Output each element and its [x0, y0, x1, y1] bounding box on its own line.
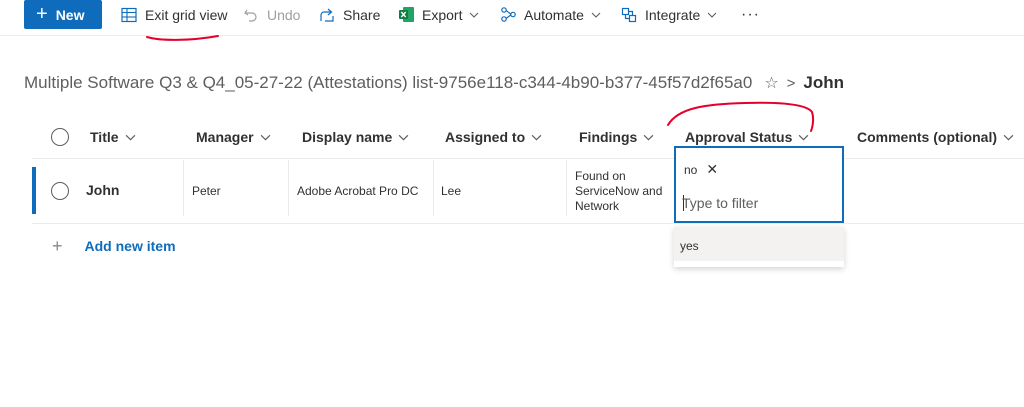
chevron-down-icon [125, 134, 135, 141]
share-button[interactable]: Share [318, 0, 380, 29]
chevron-down-icon [591, 12, 601, 18]
findings-line: Network [575, 199, 620, 213]
column-header-comments[interactable]: Comments (optional) [857, 122, 1014, 152]
more-icon: ··· [741, 5, 760, 23]
cell-assigned-to[interactable]: Lee [441, 184, 461, 198]
new-button-label: New [55, 6, 85, 23]
export-label: Export [422, 6, 463, 23]
add-new-item-button[interactable]: + Add new item [52, 236, 176, 256]
row-checkbox[interactable] [51, 182, 69, 200]
underline-annotation [146, 35, 219, 41]
column-header-manager[interactable]: Manager [196, 122, 271, 152]
add-new-item-label: Add new item [84, 238, 176, 254]
breadcrumb-current: John [803, 73, 845, 92]
exit-grid-view-label: Exit grid view [145, 6, 228, 23]
filter-input[interactable] [682, 192, 832, 214]
command-bar: + New Exit grid view Undo Share Export A… [0, 0, 1024, 30]
more-options-button[interactable]: ··· [741, 0, 760, 29]
chevron-down-icon [644, 134, 654, 141]
cell-findings[interactable]: Found on ServiceNow and Network [575, 169, 662, 214]
exit-grid-view-button[interactable]: Exit grid view [120, 0, 227, 29]
new-button[interactable]: + New [24, 0, 102, 29]
chevron-down-icon [707, 12, 717, 18]
column-header-label: Assigned to [445, 129, 526, 145]
column-header-display-name[interactable]: Display name [302, 122, 409, 152]
select-all-checkbox[interactable] [51, 128, 69, 146]
undo-icon [242, 6, 260, 24]
favorite-star-icon[interactable]: ☆ [764, 73, 778, 93]
undo-label: Undo [267, 6, 301, 23]
cell-divider [288, 160, 289, 216]
column-header-assigned-to[interactable]: Assigned to [445, 122, 542, 152]
cell-title[interactable]: John [86, 182, 119, 198]
remove-tag-icon[interactable]: ✕ [706, 161, 718, 178]
filter-tag-label: no [684, 162, 698, 177]
breadcrumb-list-link[interactable]: Multiple Software Q3 & Q4_05-27-22 (Atte… [24, 73, 752, 93]
cell-divider [433, 160, 434, 216]
breadcrumb: Multiple Software Q3 & Q4_05-27-22 (Atte… [24, 72, 844, 94]
cell-divider [566, 160, 567, 216]
integrate-icon [620, 6, 638, 24]
header-divider [32, 158, 1024, 159]
integrate-button[interactable]: Integrate [620, 0, 717, 29]
findings-line: Found on [575, 169, 626, 183]
chevron-down-icon [531, 134, 542, 141]
chevron-down-icon [470, 12, 479, 18]
column-header-label: Comments (optional) [857, 129, 997, 145]
red-annotation-marks [146, 35, 815, 132]
automate-button[interactable]: Automate [499, 0, 601, 29]
cell-divider [183, 160, 184, 216]
column-header-label: Manager [196, 129, 254, 145]
chevron-down-icon [260, 134, 270, 141]
automate-icon [499, 6, 517, 24]
findings-line: ServiceNow and [575, 184, 663, 198]
automate-label: Automate [524, 6, 584, 23]
command-bar-divider [0, 35, 1024, 36]
grid-icon [120, 6, 138, 24]
column-header-label: Findings [579, 129, 638, 145]
filter-option[interactable]: yes [674, 227, 844, 261]
column-header-label: Title [90, 129, 119, 145]
share-icon [318, 6, 336, 24]
column-header-title[interactable]: Title [90, 122, 136, 152]
chevron-down-icon [1003, 134, 1014, 141]
row-divider [32, 223, 1024, 224]
approval-status-filter[interactable]: no ✕ [674, 146, 844, 223]
chevron-down-icon [398, 134, 409, 141]
plus-icon: + [36, 2, 48, 25]
chevron-down-icon [799, 134, 809, 141]
export-button[interactable]: Export [397, 0, 479, 29]
cell-display-name[interactable]: Adobe Acrobat Pro DC [297, 184, 418, 198]
plus-icon: + [52, 235, 63, 256]
column-header-findings[interactable]: Findings [579, 122, 654, 152]
column-header-label: Display name [302, 129, 393, 145]
integrate-label: Integrate [645, 6, 701, 23]
filter-options-list: yes [674, 227, 844, 267]
selected-row-indicator [32, 167, 36, 214]
undo-button[interactable]: Undo [242, 0, 300, 29]
column-header-label: Approval Status [685, 129, 793, 145]
share-label: Share [343, 6, 381, 23]
cell-manager[interactable]: Peter [192, 184, 221, 198]
excel-icon [397, 6, 415, 24]
selected-filter-tag: no ✕ [684, 161, 718, 178]
breadcrumb-separator: > [786, 74, 796, 92]
